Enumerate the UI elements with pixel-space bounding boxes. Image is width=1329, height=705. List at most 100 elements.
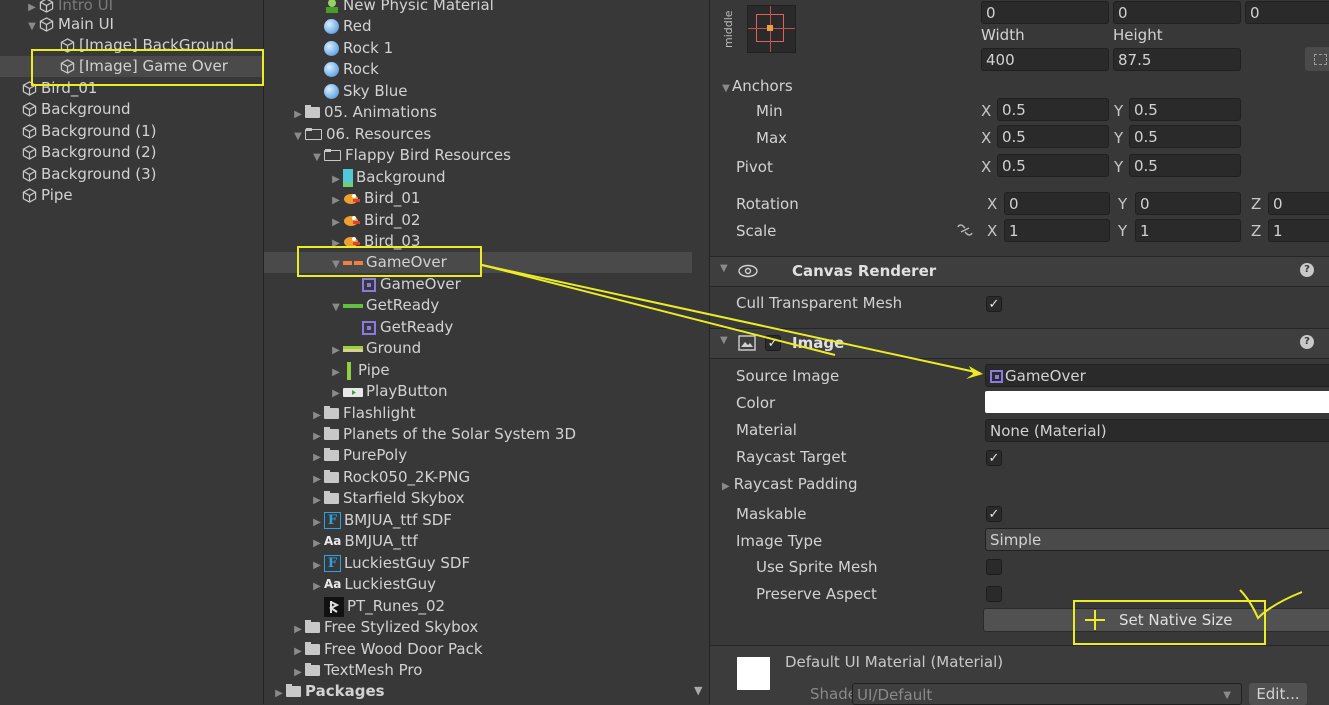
pos-z-field[interactable]: 0 [1245,1,1329,24]
pivot-x-field[interactable]: 0.5 [997,154,1109,177]
scale-x-field[interactable]: 1 [1004,219,1110,242]
foldout-arrow-icon[interactable]: ▶ [310,405,324,426]
hierarchy-item[interactable]: Background (1) [0,121,262,142]
project-item[interactable]: Red [264,16,692,37]
canvas-renderer-header[interactable]: ▼ Canvas Renderer ? [710,256,1329,287]
color-swatch[interactable] [985,391,1329,413]
pos-x-field[interactable]: 0 [981,1,1109,24]
project-item[interactable]: ▶ Bird_02 [264,210,692,231]
constrain-proportions-icon[interactable] [956,223,974,237]
help-icon[interactable]: ? [1300,335,1314,349]
anchors-foldout[interactable]: ▼ Anchors [720,77,793,95]
raycast-target-checkbox[interactable]: ✓ [986,450,1002,466]
shader-edit-button[interactable]: Edit... [1249,683,1307,705]
project-item[interactable]: New Physic Material [264,0,692,16]
anchor-preset-button[interactable] [747,5,796,53]
image-type-dropdown[interactable]: Simple [985,528,1329,551]
foldout-arrow-icon[interactable]: ▶ [329,362,343,383]
project-item[interactable]: GetReady [264,317,692,338]
image-component-header[interactable]: ▼ ✓ Image ? [710,328,1329,359]
anchor-min-x-field[interactable]: 0.5 [997,98,1109,121]
anchor-min-y-field[interactable]: 0.5 [1129,98,1241,121]
rotation-z-field[interactable]: 0 [1268,192,1329,215]
project-item[interactable]: ▼ GetReady [264,295,692,316]
foldout-arrow-icon[interactable]: ▼ [329,297,343,318]
maskable-checkbox[interactable]: ✓ [986,506,1002,522]
project-item[interactable]: PT_Runes_02 [264,596,692,617]
project-item[interactable]: GameOver [264,274,692,295]
foldout-arrow-icon[interactable]: ▶ [310,512,324,533]
project-item[interactable]: ▶ Aa BMJUA_ttf [264,531,692,552]
hierarchy-item[interactable]: Background [0,99,262,120]
foldout-arrow-icon[interactable]: ▶ [291,641,305,662]
project-item[interactable]: ▶ F BMJUA_ttf SDF [264,510,692,531]
source-image-field[interactable]: GameOver [985,364,1329,387]
pivot-y-field[interactable]: 0.5 [1129,154,1241,177]
project-item[interactable]: ▶ PlayButton [264,381,692,402]
foldout-arrow-icon[interactable]: ▶ [310,576,324,597]
foldout-arrow-icon[interactable]: ▼ [25,16,39,37]
foldout-arrow-icon[interactable]: ▼ [310,147,324,168]
project-item[interactable]: ▶ F LuckiestGuy SDF [264,553,692,574]
image-enabled-checkbox[interactable]: ✓ [765,335,781,351]
scale-y-field[interactable]: 1 [1135,219,1241,242]
project-item[interactable]: ▶ Starfield Skybox [264,488,692,509]
foldout-arrow-icon[interactable]: ▶ [310,469,324,490]
cull-transparent-mesh-checkbox[interactable]: ✓ [986,296,1002,312]
shader-dropdown[interactable]: UI/Default ▼ [852,683,1242,705]
foldout-arrow-icon[interactable]: ▼ [291,126,305,147]
project-item[interactable]: ▶ Free Stylized Skybox [264,617,692,638]
project-item[interactable]: ▶ Packages [264,681,692,702]
foldout-arrow-icon[interactable]: ▶ [329,383,343,404]
anchor-max-y-field[interactable]: 0.5 [1129,125,1241,148]
project-item[interactable]: ▶ Free Wood Door Pack [264,639,692,660]
scroll-down-icon[interactable]: ▼ [694,684,702,697]
hierarchy-item[interactable]: Pipe [0,185,262,206]
foldout-arrow-icon[interactable]: ▶ [291,662,305,683]
project-item[interactable]: ▼ 06. Resources [264,124,692,145]
material-field[interactable]: None (Material) [985,419,1329,442]
foldout-arrow-icon[interactable]: ▶ [310,555,324,576]
project-item[interactable]: ▶ Ground [264,338,692,359]
raw-edit-button[interactable] [1305,47,1329,71]
project-item[interactable]: ▶ 05. Animations [264,102,692,123]
rotation-x-field[interactable]: 0 [1004,192,1110,215]
project-item[interactable]: Sky Blue [264,81,692,102]
project-item[interactable]: ▶ Pipe [264,360,692,381]
project-item[interactable]: ▶ Aa LuckiestGuy [264,574,692,595]
project-item[interactable]: Rock 1 [264,38,692,59]
project-item[interactable]: ▶ Flashlight [264,403,692,424]
foldout-arrow-icon[interactable]: ▶ [310,490,324,511]
project-item[interactable]: ▶ Planets of the Solar System 3D [264,424,692,445]
foldout-arrow-icon[interactable]: ▼ [720,335,728,346]
scale-z-field[interactable]: 1 [1268,219,1329,242]
pos-y-field[interactable]: 0 [1113,1,1241,24]
foldout-arrow-icon[interactable]: ▶ [329,340,343,361]
foldout-arrow-icon[interactable]: ▶ [291,619,305,640]
height-field[interactable]: 87.5 [1113,48,1241,71]
foldout-arrow-icon[interactable]: ▶ [310,426,324,447]
foldout-arrow-icon[interactable]: ▶ [329,190,343,211]
hierarchy-item[interactable]: Background (2) [0,142,262,163]
help-icon[interactable]: ? [1300,263,1314,277]
project-item[interactable]: ▶ Rock050_2K-PNG [264,467,692,488]
project-item[interactable]: Rock [264,59,692,80]
anchor-max-x-field[interactable]: 0.5 [997,125,1109,148]
raycast-padding-foldout[interactable]: ▶ Raycast Padding [722,475,858,493]
project-item[interactable]: ▶ TextMesh Pro [264,660,692,681]
foldout-arrow-icon[interactable]: ▼ [720,263,728,274]
hierarchy-item[interactable]: Background (3) [0,164,262,185]
project-item[interactable]: ▶ Background [264,167,692,188]
project-item[interactable]: ▶ Bird_01 [264,188,692,209]
width-field[interactable]: 400 [981,48,1109,71]
project-item[interactable]: ▼ Flappy Bird Resources [264,145,692,166]
rotation-y-field[interactable]: 0 [1135,192,1241,215]
foldout-arrow-icon[interactable]: ▶ [310,533,324,554]
preserve-aspect-checkbox[interactable] [986,586,1002,602]
hierarchy-item[interactable]: ▼ Main UI [0,14,262,35]
foldout-arrow-icon[interactable]: ▶ [310,447,324,468]
foldout-arrow-icon[interactable]: ▶ [272,683,286,704]
use-sprite-mesh-checkbox[interactable] [986,559,1002,575]
foldout-arrow-icon[interactable]: ▶ [329,169,343,190]
foldout-arrow-icon[interactable]: ▶ [291,104,305,125]
